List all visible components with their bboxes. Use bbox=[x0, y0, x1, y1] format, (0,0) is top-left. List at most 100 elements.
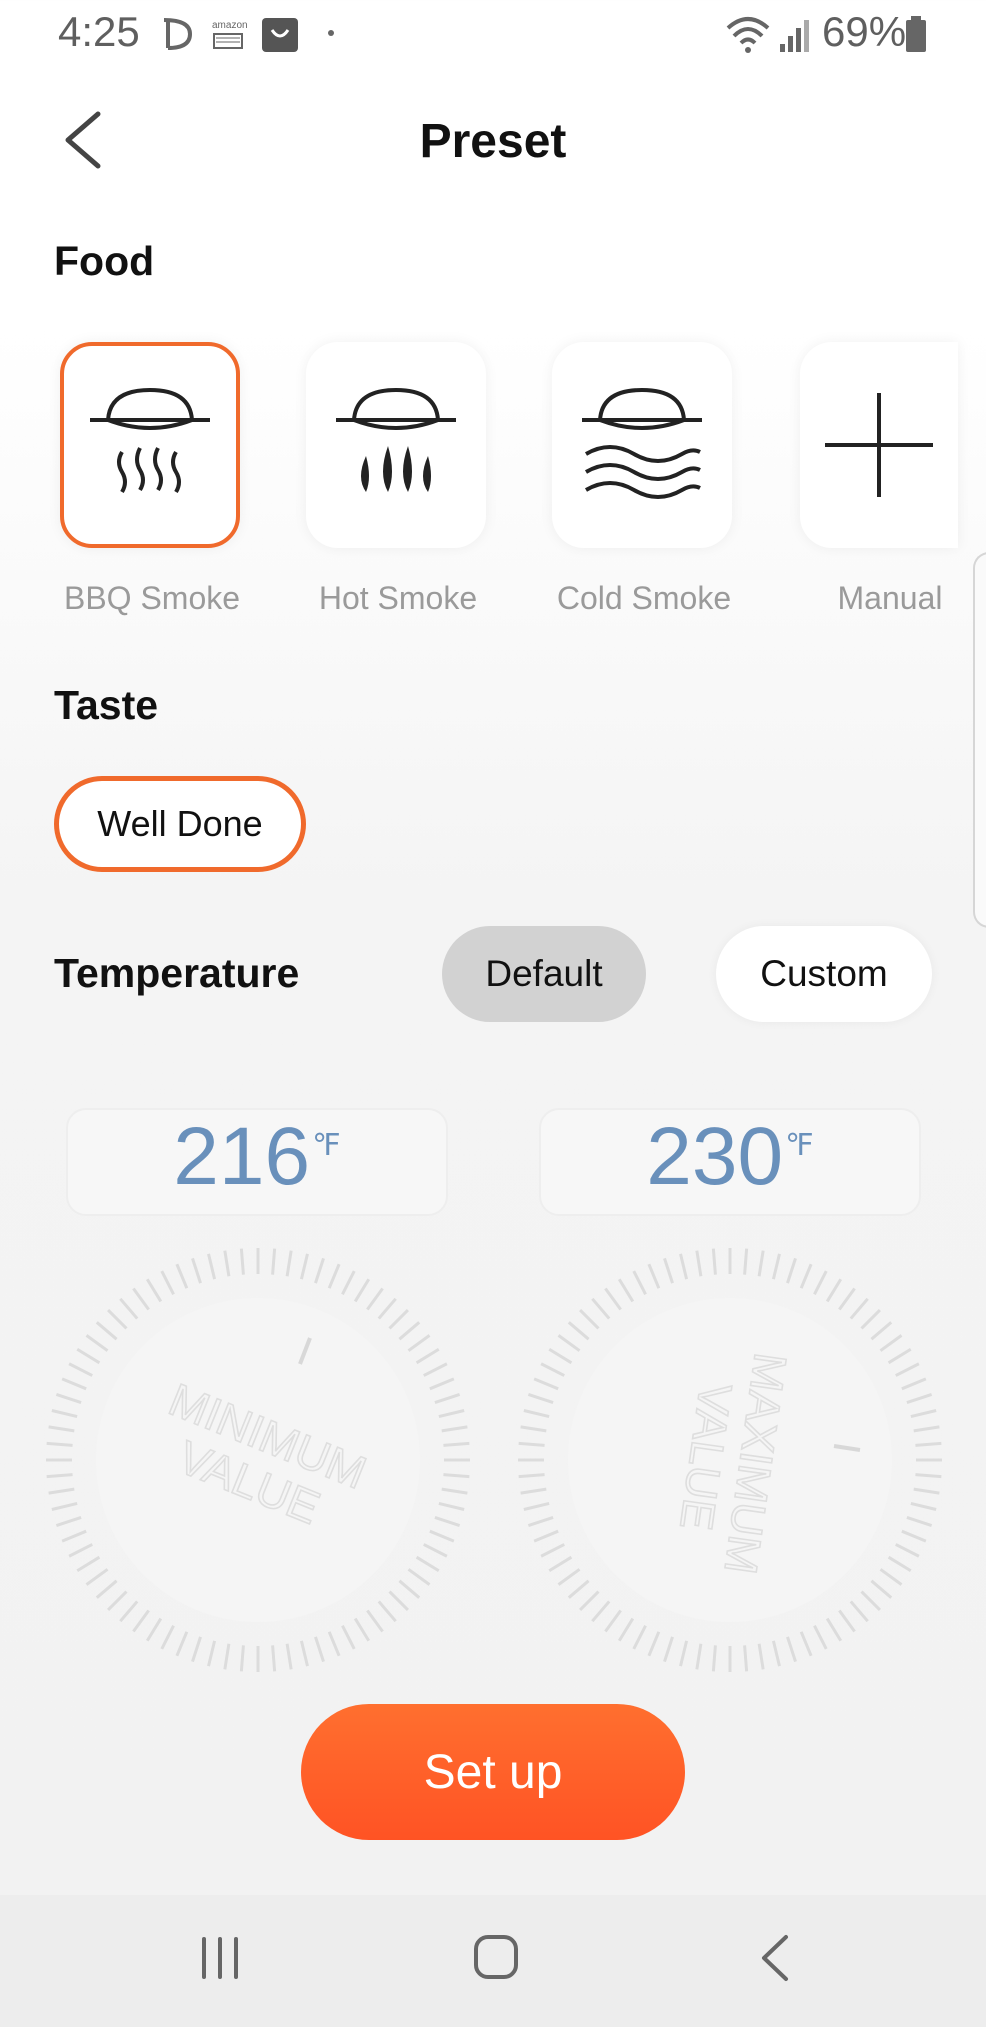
dial-tick bbox=[407, 1334, 431, 1352]
temperature-heading: Temperature bbox=[54, 950, 300, 996]
home-icon[interactable] bbox=[470, 1931, 522, 1983]
dial-tick bbox=[632, 1270, 647, 1295]
dial-tick bbox=[160, 1625, 175, 1650]
dial-tick bbox=[353, 1278, 371, 1303]
max-value-dial[interactable]: MAXIMUM VALUE bbox=[510, 1240, 950, 1680]
dial-tick bbox=[557, 1334, 581, 1352]
system-nav-bar bbox=[0, 1895, 986, 2027]
back-icon[interactable] bbox=[752, 1933, 802, 1983]
svg-text:amazon: amazon bbox=[212, 20, 248, 31]
dial-tick bbox=[540, 1362, 565, 1377]
dial-tick bbox=[910, 1501, 937, 1511]
dot-icon bbox=[328, 30, 334, 36]
dial-tick bbox=[647, 1263, 661, 1289]
dial-tick bbox=[617, 1617, 635, 1642]
dial-tick bbox=[695, 1250, 703, 1277]
dial-tick bbox=[327, 1631, 341, 1657]
dial-tick bbox=[849, 1600, 869, 1623]
dial-tick bbox=[438, 1501, 465, 1511]
taste-well-done[interactable]: Well Done bbox=[54, 776, 306, 872]
dial-tick bbox=[299, 1640, 309, 1667]
dial-tick bbox=[76, 1347, 101, 1365]
amazon-icon: amazon bbox=[212, 20, 248, 49]
temperature-default-toggle[interactable]: Default bbox=[442, 926, 646, 1022]
dial-tick bbox=[239, 1248, 245, 1275]
food-heading: Food bbox=[54, 238, 155, 284]
dial-tick bbox=[353, 1617, 371, 1642]
setup-button[interactable]: Set up bbox=[301, 1704, 685, 1840]
dial-tick bbox=[85, 1334, 109, 1352]
bbq-smoke-icon bbox=[90, 387, 210, 494]
max-temp-readout: 230 ℉ bbox=[539, 1108, 921, 1216]
dial-tick bbox=[85, 1568, 109, 1586]
dial-tick bbox=[207, 1640, 217, 1667]
dial-tick bbox=[813, 1270, 828, 1295]
hot-smoke-icon bbox=[336, 387, 456, 492]
status-bar: 4:25 amazon 69% bbox=[0, 0, 986, 70]
food-label-manual: Manual bbox=[837, 580, 943, 616]
dial-tick bbox=[906, 1393, 933, 1404]
dial-tick bbox=[527, 1516, 554, 1527]
food-card-manual[interactable] bbox=[800, 342, 958, 548]
food-card-bbq-smoke[interactable] bbox=[60, 342, 240, 548]
signal-icon bbox=[780, 20, 809, 52]
dial-tick bbox=[160, 1270, 175, 1295]
dial-tick bbox=[548, 1555, 573, 1573]
dial-tick bbox=[415, 1347, 440, 1365]
food-label-cold-smoke: Cold Smoke bbox=[556, 580, 732, 616]
dial-tick bbox=[523, 1409, 550, 1419]
dial-tick bbox=[591, 1600, 611, 1623]
dial-tick bbox=[145, 1278, 163, 1303]
dial-tick bbox=[239, 1645, 245, 1672]
dial-tick bbox=[527, 1393, 554, 1404]
dial-tick bbox=[679, 1253, 689, 1280]
dial-tick bbox=[695, 1643, 703, 1670]
status-time: 4:25 bbox=[58, 8, 140, 55]
dial-tick bbox=[604, 1287, 622, 1311]
temperature-custom-toggle[interactable]: Custom bbox=[716, 926, 932, 1022]
dial-tick bbox=[579, 1590, 600, 1611]
dial-tick bbox=[429, 1529, 455, 1543]
dial-tick bbox=[860, 1309, 881, 1330]
shopping-bag-icon bbox=[262, 18, 298, 52]
dial-tick bbox=[299, 1253, 309, 1280]
dial-tick bbox=[895, 1543, 920, 1558]
dial-tick bbox=[860, 1590, 881, 1611]
dial-tick bbox=[786, 1636, 797, 1663]
battery-percent: 69% bbox=[822, 8, 907, 55]
dial-tick bbox=[771, 1640, 781, 1667]
food-card-cold-smoke[interactable] bbox=[552, 342, 732, 548]
dial-tick bbox=[870, 1321, 893, 1341]
food-card-hot-smoke[interactable] bbox=[306, 342, 486, 548]
dial-tick bbox=[825, 1278, 843, 1303]
dial-tick bbox=[434, 1516, 461, 1527]
min-value-dial[interactable]: MINIMUM VALUE bbox=[38, 1240, 478, 1680]
dial-tick bbox=[76, 1555, 101, 1573]
dial-tick bbox=[61, 1529, 87, 1543]
dial-tick bbox=[887, 1347, 912, 1365]
dial-tick bbox=[95, 1321, 118, 1341]
dial-tick bbox=[119, 1297, 139, 1320]
min-temp-readout: 216 ℉ bbox=[66, 1108, 448, 1216]
dial-tick bbox=[771, 1253, 781, 1280]
dial-tick bbox=[61, 1377, 87, 1391]
dial-tick bbox=[388, 1309, 409, 1330]
dial-tick bbox=[879, 1568, 903, 1586]
dial-tick bbox=[46, 1441, 73, 1447]
dial-tick bbox=[711, 1248, 717, 1275]
dial-tick bbox=[757, 1643, 765, 1670]
dial-tick bbox=[910, 1409, 937, 1419]
dial-tick bbox=[48, 1487, 75, 1495]
max-temp-unit: ℉ bbox=[785, 1129, 814, 1162]
dial-tick bbox=[887, 1555, 912, 1573]
dial-tick bbox=[68, 1543, 93, 1558]
battery-icon bbox=[906, 16, 926, 52]
dial-tick bbox=[207, 1253, 217, 1280]
side-panel-handle[interactable] bbox=[973, 552, 986, 928]
dial-tick bbox=[895, 1362, 920, 1377]
dial-tick bbox=[48, 1425, 75, 1433]
recent-apps-icon[interactable] bbox=[196, 1933, 246, 1983]
dial-tick bbox=[913, 1487, 940, 1495]
dial-tick bbox=[520, 1487, 547, 1495]
dial-tick bbox=[95, 1579, 118, 1599]
